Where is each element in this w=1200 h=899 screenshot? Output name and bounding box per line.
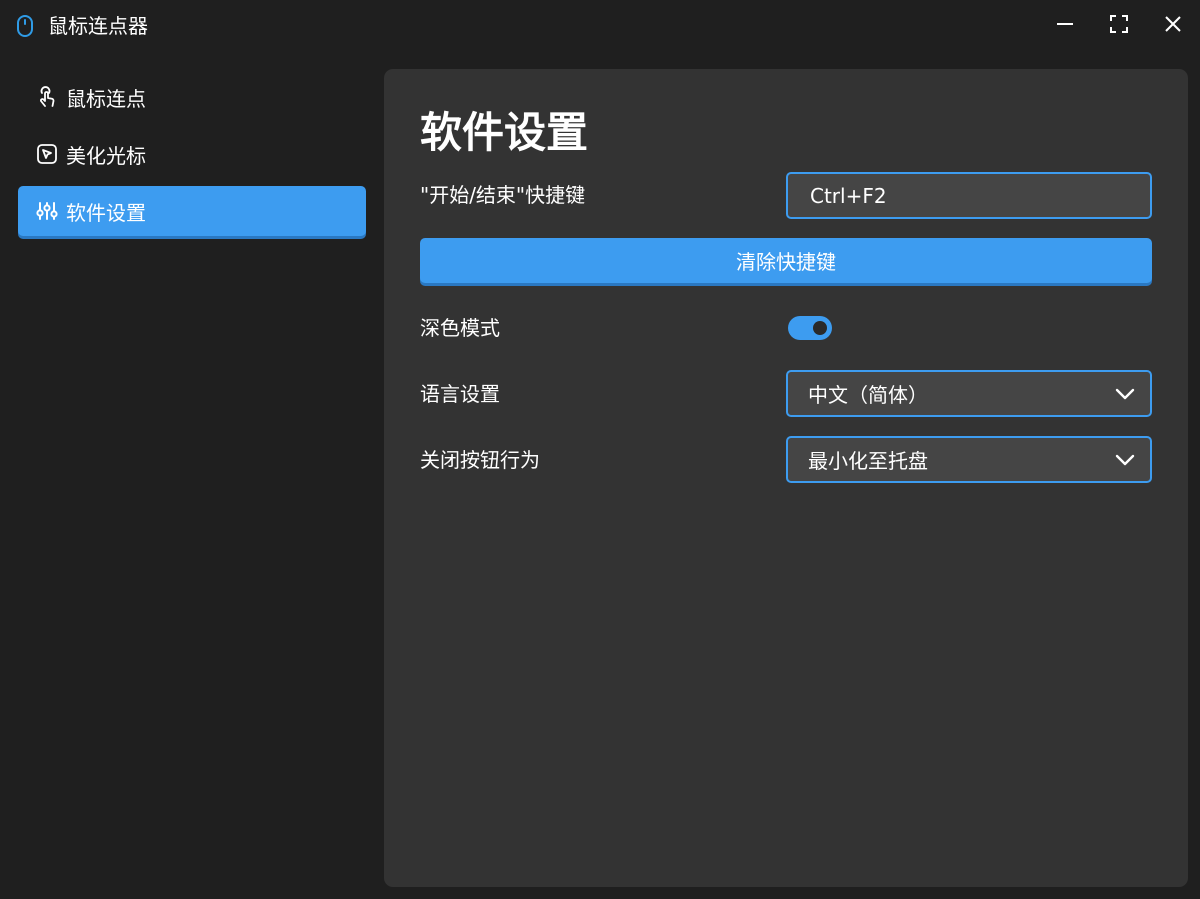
clear-hotkey-button[interactable]: 清除快捷键 [420,238,1152,283]
chevron-down-icon [1114,384,1136,404]
minimize-icon [1055,14,1075,38]
dark-mode-toggle[interactable] [788,316,832,340]
mouse-icon [16,14,34,38]
title-bar: 鼠标连点器 [0,0,1200,52]
sidebar-item-label: 美化光标 [66,143,146,168]
sidebar-item-auto-click[interactable]: 鼠标连点 [18,72,366,122]
maximize-button[interactable] [1103,10,1135,42]
app-window: 鼠标连点器 鼠标连点 美化光标 软件设置 软件设置 "开始/结束"快捷键 Ctr… [0,0,1200,899]
sidebar: 鼠标连点 美化光标 软件设置 [18,72,366,243]
close-behavior-label: 关闭按钮行为 [420,448,540,472]
toggle-knob [813,321,827,335]
chevron-down-icon [1114,450,1136,470]
sidebar-item-cursor-style[interactable]: 美化光标 [18,129,366,179]
page-title: 软件设置 [420,108,589,157]
tap-hand-icon [36,86,58,108]
language-label: 语言设置 [420,382,500,406]
maximize-icon [1109,14,1129,38]
hotkey-label: "开始/结束"快捷键 [420,183,586,207]
settings-panel: 软件设置 "开始/结束"快捷键 清除快捷键 深色模式 语言设置 中文（简体） 关… [384,69,1188,887]
dark-mode-label: 深色模式 [420,316,500,340]
sidebar-item-settings[interactable]: 软件设置 [18,186,366,236]
minimize-button[interactable] [1049,10,1081,42]
sidebar-item-label: 软件设置 [66,200,146,225]
close-button[interactable] [1157,10,1189,42]
sliders-icon [36,200,58,222]
close-behavior-select[interactable]: 最小化至托盘 [786,436,1152,483]
hotkey-input[interactable] [786,172,1152,219]
window-title: 鼠标连点器 [48,14,148,38]
language-select[interactable]: 中文（简体） [786,370,1152,417]
close-behavior-selected-value: 最小化至托盘 [808,449,928,473]
close-icon [1163,14,1183,38]
sidebar-item-label: 鼠标连点 [66,86,146,111]
language-selected-value: 中文（简体） [808,383,928,407]
cursor-box-icon [36,143,58,165]
